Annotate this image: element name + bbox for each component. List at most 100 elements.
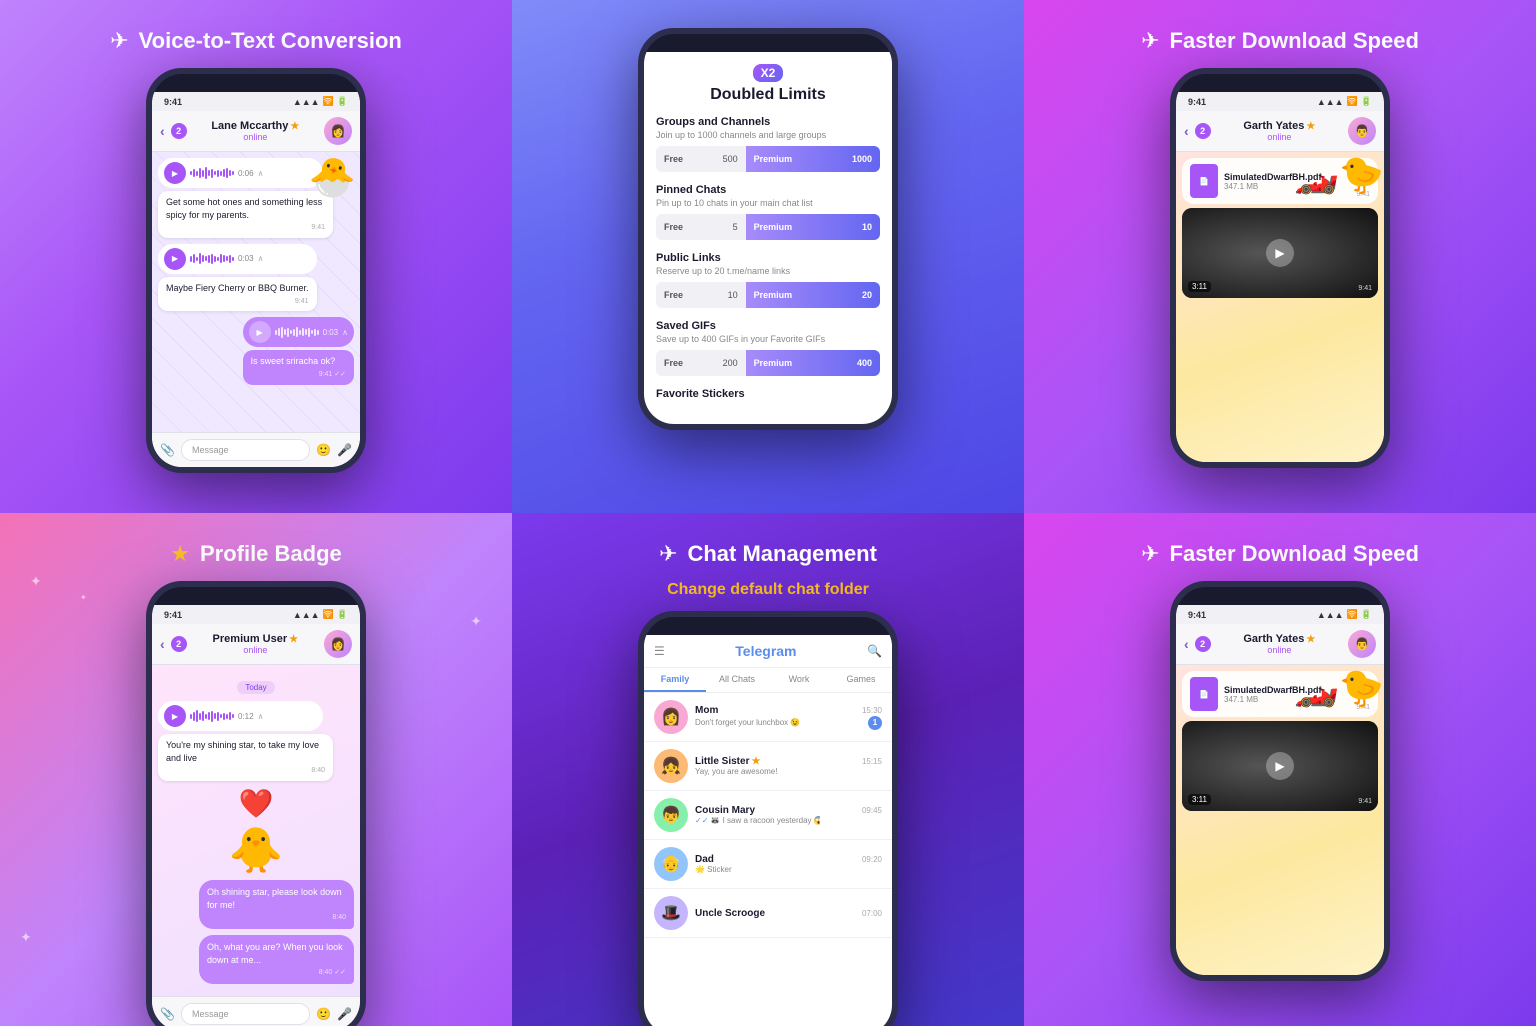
chat-name-3: Garth Yates ★: [1217, 120, 1342, 132]
tab-family[interactable]: Family: [644, 668, 706, 692]
transcribed-text-2: Maybe Fiery Cherry or BBQ Burner. 9:41: [158, 277, 317, 311]
battery-icon-6: 🔋: [1361, 609, 1372, 620]
voice-expand-3: ∧: [342, 328, 348, 337]
limit-free-groups: Free 500: [656, 146, 746, 172]
voice-msg-3[interactable]: ▶ 0:03 ∧: [243, 317, 354, 347]
telegram-logo-5: Telegram: [735, 643, 796, 659]
chat-preview-dad: 🌟 Sticker: [695, 865, 805, 874]
attachment-icon-4[interactable]: 📎: [160, 1007, 175, 1021]
play-icon-2: ▶: [172, 254, 178, 263]
voice-msg-container-2: ▶ 0:03 ∧ Maybe Fiery Cherry or BBQ Burne…: [158, 244, 317, 311]
attachment-icon-1[interactable]: 📎: [160, 443, 175, 457]
search-icon-5[interactable]: 🔍: [867, 644, 882, 658]
chat-bg-1: 🐣 ▶ 0:06 ∧: [152, 152, 360, 432]
mic-icon-4[interactable]: 🎤: [337, 1007, 352, 1021]
chat-bg-6: 🏎️🐤 📄 SimulatedDwarfBH.pdf 347.1 MB 9:41: [1176, 665, 1384, 975]
voice-play-2[interactable]: ▶: [164, 248, 186, 270]
tab-games[interactable]: Games: [830, 668, 892, 692]
chat-item-dad[interactable]: 👴 Dad 09:20 🌟 Sticker: [644, 840, 892, 889]
message-input-4[interactable]: Message: [181, 1003, 310, 1025]
back-button-1[interactable]: ‹: [160, 123, 165, 139]
panel6-title-row: ✈ Faster Download Speed: [1141, 541, 1419, 567]
file-icon-3: 📄: [1190, 164, 1218, 198]
voice-msg-4a[interactable]: ▶ 0:12 ∧: [158, 701, 323, 731]
back-button-4[interactable]: ‹: [160, 636, 165, 652]
chat-item-sister[interactable]: 👧 Little Sister ★ 15:15 Yay, you are awe…: [644, 742, 892, 791]
voice-play-4a[interactable]: ▶: [164, 705, 186, 727]
chat-name-uncle: Uncle Scrooge: [695, 908, 765, 919]
transcribed-text-3: Is sweet sriracha ok? 9:41 ✓✓: [243, 350, 354, 384]
sparkle-2: ✦: [80, 593, 87, 602]
play-icon-4a: ▶: [172, 712, 178, 721]
voice-container-4a: ▶ 0:12 ∧ You're my shining star, to take…: [158, 701, 333, 781]
emoji-icon-1[interactable]: 🙂: [316, 443, 331, 457]
phone-screen-1: 9:41 ▲▲▲ 🛜 🔋 ‹ 2 Lane Mccarthy ★ online: [152, 92, 360, 467]
hamburger-icon-5[interactable]: ☰: [654, 644, 665, 658]
video-time-3: 9:41: [1358, 285, 1372, 292]
transcribed-text-1: Get some hot ones and something less spi…: [158, 191, 333, 238]
chat-name-4: Premium User ★: [193, 633, 318, 645]
phone-mockup-5: ☰ Telegram 🔍 Family All Chats Work Games: [638, 611, 898, 1026]
video-play-6[interactable]: ▶: [1266, 752, 1294, 780]
panel5-title-row: ✈ Chat Management: [659, 541, 877, 567]
limit-title-stickers: Favorite Stickers: [656, 388, 880, 400]
file-icon-6: 📄: [1190, 677, 1218, 711]
emoji-icon-4[interactable]: 🙂: [316, 1007, 331, 1021]
chat-status-1: online: [193, 132, 318, 142]
video-play-3[interactable]: ▶: [1266, 239, 1294, 267]
avatar-sister: 👧: [654, 749, 688, 783]
telegram-icon-3: ✈: [1141, 28, 1159, 54]
video-time-6: 9:41: [1358, 798, 1372, 805]
video-thumb-3: ▶ 3:11 9:41: [1182, 208, 1378, 298]
chat-item-uncle[interactable]: 🎩 Uncle Scrooge 07:00: [644, 889, 892, 938]
chat-bottom-cousin: ✓✓ 🦝 I saw a racoon yesterday 😱: [695, 816, 882, 825]
limit-premium-links: Premium 20: [746, 282, 880, 308]
limit-desc-groups: Join up to 1000 channels and large group…: [656, 130, 880, 140]
phone-notch-6: [1245, 587, 1315, 605]
tab-work[interactable]: Work: [768, 668, 830, 692]
voice-duration-3: 0:03: [323, 328, 339, 337]
back-button-3[interactable]: ‹: [1184, 123, 1189, 139]
play-icon-3: ▶: [256, 328, 262, 337]
mic-icon-1[interactable]: 🎤: [337, 443, 352, 457]
star-badge-1: ★: [290, 121, 299, 132]
panel1-title-row: ✈ Voice-to-Text Conversion: [110, 28, 402, 54]
voice-msg-1[interactable]: ▶ 0:06 ∧: [158, 158, 323, 188]
back-button-6[interactable]: ‹: [1184, 636, 1189, 652]
limit-premium-groups: Premium 1000: [746, 146, 880, 172]
video-duration-3: 3:11: [1188, 281, 1211, 292]
status-bar-right-3: ▲▲▲ 🛜 🔋: [1317, 96, 1372, 107]
chat-preview-mom: Don't forget your lunchbox 😉: [695, 718, 800, 727]
voice-msg-2[interactable]: ▶ 0:03 ∧: [158, 244, 317, 274]
status-bar-right-1: ▲▲▲ 🛜 🔋: [293, 96, 348, 107]
duck-sticker-1: 🐣: [309, 156, 356, 200]
voice-duration-1: 0:06: [238, 169, 254, 178]
wifi-icon-3: 🛜: [1347, 96, 1358, 107]
chat-bg-4: Today ▶ 0:12 ∧: [152, 665, 360, 996]
voice-expand-2: ∧: [258, 254, 264, 263]
msg-row-4b: Oh shining star, please look down for me…: [158, 880, 354, 929]
battery-icon-1: 🔋: [337, 96, 348, 107]
limits-title: Doubled Limits: [656, 86, 880, 104]
chat-avatar-6: 👨: [1348, 630, 1376, 658]
voice-play-1[interactable]: ▶: [164, 162, 186, 184]
tab-all-chats[interactable]: All Chats: [706, 668, 768, 692]
status-bar-1: 9:41 ▲▲▲ 🛜 🔋: [152, 92, 360, 111]
voice-duration-4a: 0:12: [238, 712, 254, 721]
chat-top-dad: Dad 09:20: [695, 854, 882, 865]
panel4-title: Profile Badge: [200, 541, 342, 567]
voice-play-3[interactable]: ▶: [249, 321, 271, 343]
unread-badge-3: 2: [1195, 123, 1211, 139]
limit-premium-pinned: Premium 10: [746, 214, 880, 240]
avatar-cousin: 👦: [654, 798, 688, 832]
chat-item-cousin[interactable]: 👦 Cousin Mary 09:45 ✓✓ 🦝 I saw a racoon …: [644, 791, 892, 840]
msg-row-4a: ▶ 0:12 ∧ You're my shining star, to take…: [158, 701, 354, 781]
msg-time-4b: 8:40: [207, 913, 346, 923]
limit-title-pinned: Pinned Chats: [656, 184, 880, 196]
chat-name-1: Lane Mccarthy ★: [193, 120, 318, 132]
chat-item-mom[interactable]: 👩 Mom 15:30 Don't forget your lunchbox 😉…: [644, 693, 892, 742]
x2-badge: X2: [656, 64, 880, 86]
status-bar-6: 9:41 ▲▲▲ 🛜 🔋: [1176, 605, 1384, 624]
message-input-1[interactable]: Message: [181, 439, 310, 461]
msg-row-3: ▶ 0:03 ∧ Is sweet sriracha ok? 9:41 ✓✓: [158, 317, 354, 384]
